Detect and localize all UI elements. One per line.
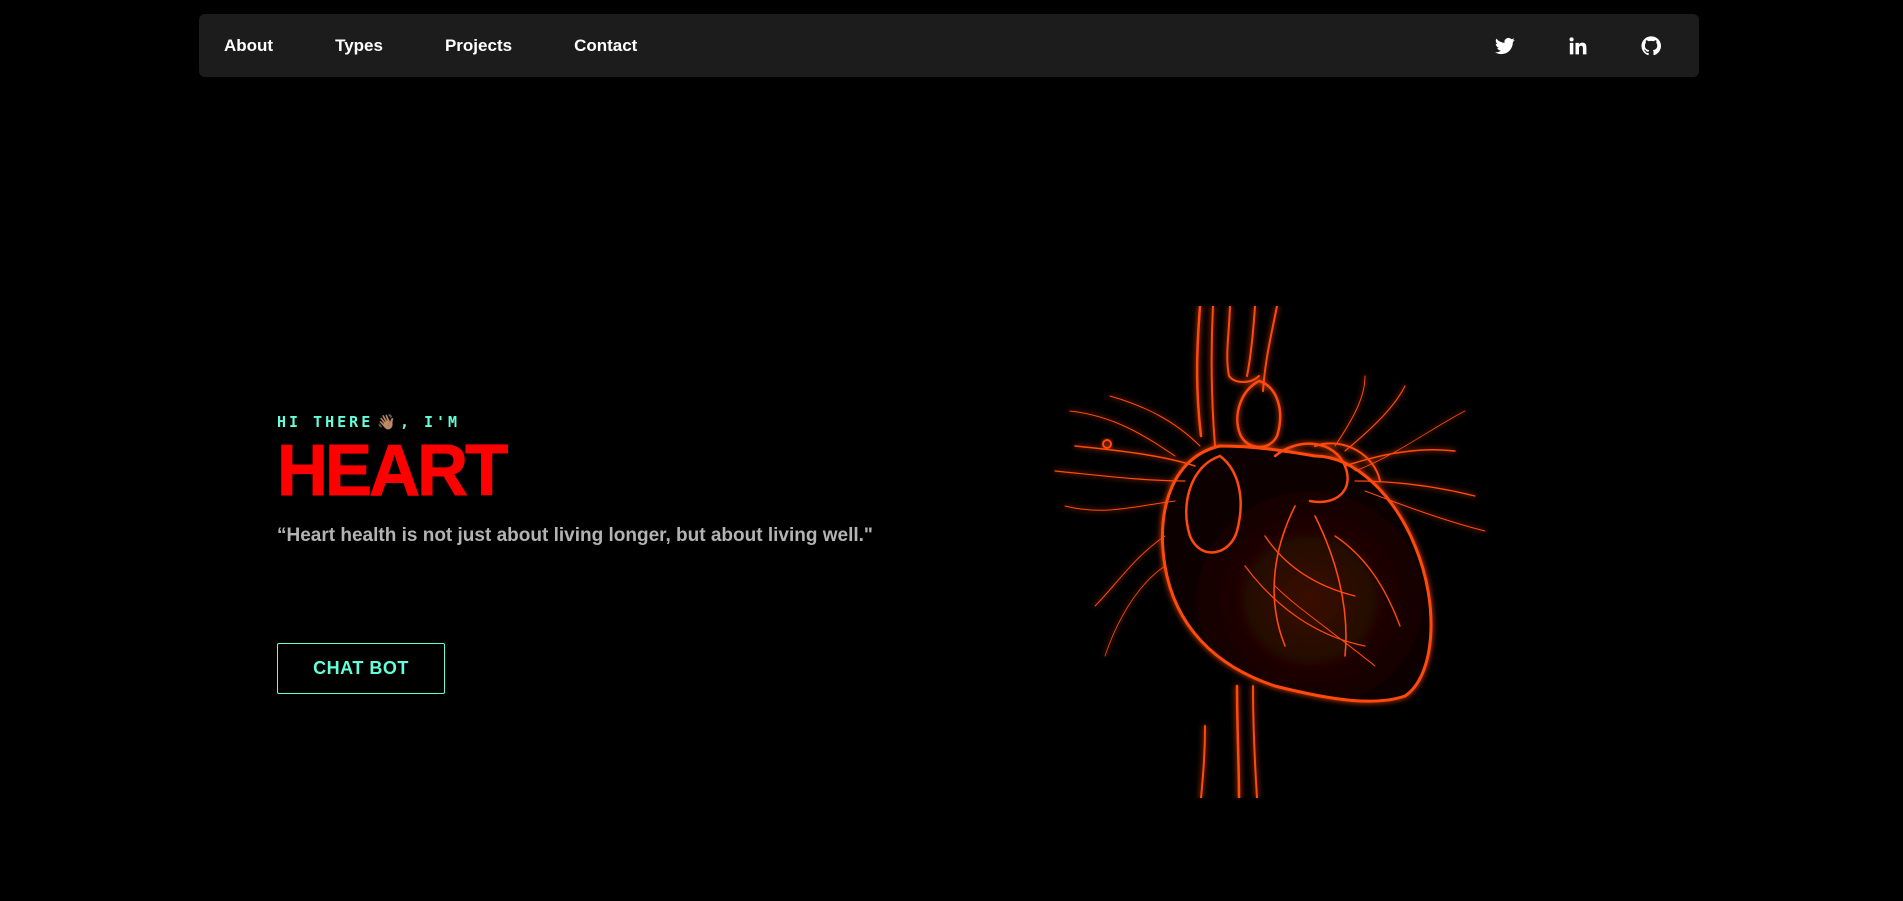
waving-hand-icon: 👋🏽 bbox=[377, 413, 396, 431]
greeting-prefix: HI THERE bbox=[277, 413, 374, 431]
chat-bot-button[interactable]: CHAT BOT bbox=[277, 643, 445, 694]
github-icon bbox=[1641, 35, 1661, 55]
twitter-icon bbox=[1495, 37, 1515, 54]
linkedin-link[interactable] bbox=[1567, 35, 1589, 57]
hero-quote: “Heart health is not just about living l… bbox=[277, 525, 873, 546]
social-links bbox=[1443, 35, 1662, 57]
github-link[interactable] bbox=[1640, 35, 1662, 57]
heart-illustration bbox=[1015, 304, 1505, 800]
nav-link-contact[interactable]: Contact bbox=[574, 36, 637, 56]
hero-text: HI THERE 👋🏽 , I'M HEART “Heart health is… bbox=[277, 410, 873, 547]
hero-title: HEART bbox=[277, 431, 509, 511]
twitter-link[interactable] bbox=[1494, 35, 1516, 57]
nav-link-types[interactable]: Types bbox=[335, 36, 383, 56]
linkedin-icon bbox=[1569, 36, 1587, 54]
navbar: About Types Projects Contact bbox=[199, 14, 1699, 77]
nav-link-projects[interactable]: Projects bbox=[445, 36, 512, 56]
anatomical-heart-image bbox=[1054, 304, 1486, 800]
nav-links: About Types Projects Contact bbox=[224, 36, 699, 56]
nav-link-about[interactable]: About bbox=[224, 36, 273, 56]
greeting-suffix: , I'M bbox=[399, 413, 461, 431]
